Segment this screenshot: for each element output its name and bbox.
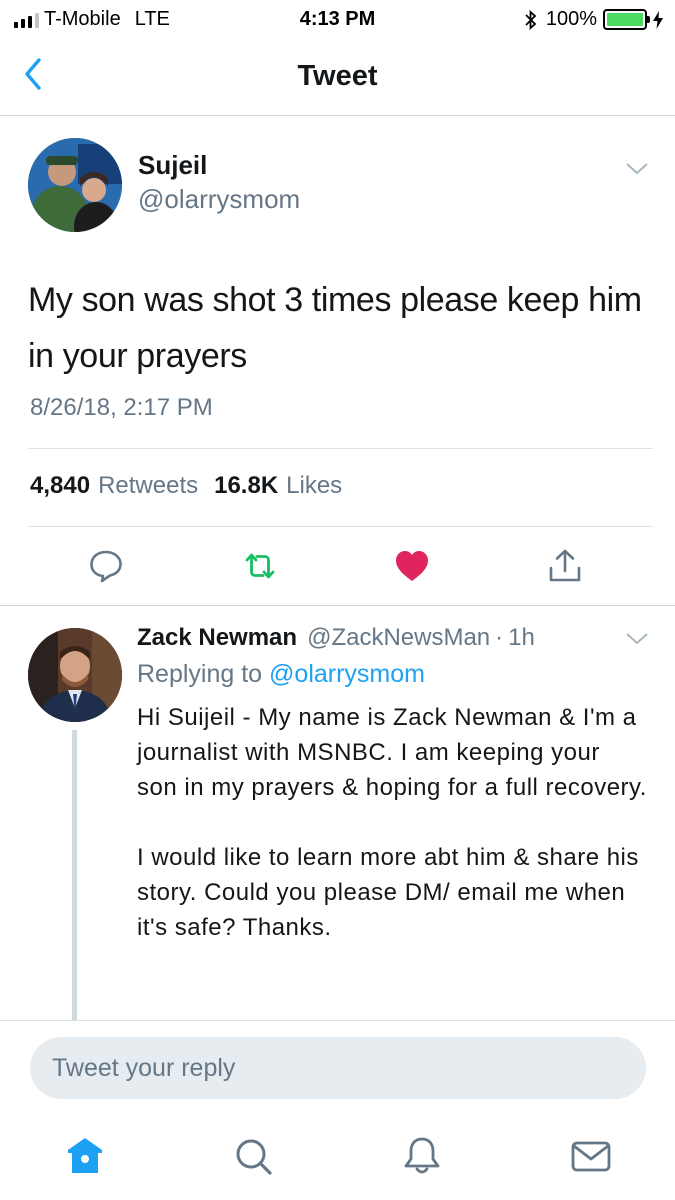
reply-avatar[interactable]: [28, 628, 122, 722]
reply-author-handle[interactable]: @ZackNewsMan: [307, 624, 490, 652]
bluetooth-icon: [525, 9, 537, 30]
status-right: 100%: [524, 8, 663, 31]
likes-count[interactable]: 16.8K: [214, 472, 278, 500]
status-bar: T-Mobile LTE 4:13 PM 100%: [0, 0, 675, 40]
home-icon[interactable]: [64, 1135, 106, 1177]
retweets-count[interactable]: 4,840: [30, 472, 90, 500]
replying-to: Replying to @olarrysmom: [137, 660, 425, 689]
reply-header: Zack Newman @ZackNewsMan · 1h: [137, 624, 535, 652]
divider: [28, 526, 653, 527]
charging-icon: [653, 10, 663, 29]
tweet-text: My son was shot 3 times please keep him …: [28, 281, 642, 375]
replying-prefix: Replying to: [137, 660, 263, 688]
replying-mention[interactable]: @olarrysmom: [269, 660, 425, 688]
heart-icon[interactable]: [394, 548, 430, 584]
chevron-down-icon[interactable]: [625, 632, 649, 646]
battery-icon: [603, 9, 650, 30]
retweets-label[interactable]: Retweets: [98, 472, 198, 500]
avatar[interactable]: [28, 138, 122, 232]
reply-icon[interactable]: [88, 548, 124, 584]
chevron-down-icon[interactable]: [625, 162, 649, 176]
reply-separator: ·: [495, 624, 504, 651]
tweet-stats: 4,840 Retweets 16.8K Likes: [30, 472, 350, 500]
reply-time: 1h: [508, 624, 535, 651]
reply-avatar-photo: [28, 628, 122, 722]
reply-author-name[interactable]: Zack Newman: [137, 624, 297, 652]
tweet-author-handle[interactable]: @olarrysmom: [138, 184, 300, 215]
mail-icon[interactable]: [570, 1135, 612, 1177]
thread-line: [72, 730, 77, 1022]
page-title: Tweet: [297, 60, 378, 92]
nav-bar: Tweet: [0, 40, 675, 116]
tweet-timestamp: 8/26/18, 2:17 PM: [30, 394, 213, 421]
retweet-icon[interactable]: [242, 548, 278, 584]
share-icon[interactable]: [547, 548, 583, 584]
tweet-author-name[interactable]: Sujeil: [138, 150, 207, 181]
divider: [28, 448, 653, 449]
divider: [0, 605, 675, 606]
bottom-bar: [0, 1020, 675, 1200]
reply-input[interactable]: [30, 1037, 646, 1099]
search-icon[interactable]: [232, 1135, 274, 1177]
reply-text: Hi Suijeil - My name is Zack Newman & I'…: [137, 704, 647, 941]
likes-label[interactable]: Likes: [286, 472, 342, 500]
battery-percent: 100%: [545, 8, 597, 30]
avatar-photo: [28, 138, 122, 232]
bell-icon[interactable]: [401, 1135, 443, 1177]
